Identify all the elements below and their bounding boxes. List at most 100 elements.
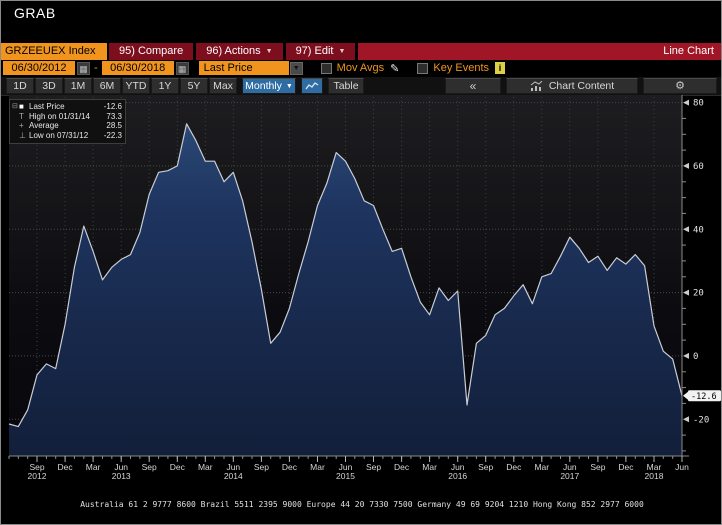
bloomberg-terminal-window: GRAB GRZEEUEX Index 95) Compare 96) Acti… <box>0 0 722 525</box>
collapse-panel-button[interactable]: « <box>445 78 501 94</box>
mov-avgs-label: Mov Avgs <box>336 62 385 74</box>
title-bar: GRAB <box>1 1 721 25</box>
compare-button[interactable]: 95) Compare <box>107 43 195 60</box>
terminal-footer: Australia 61 2 9777 8600 Brazil 5511 239… <box>1 482 721 512</box>
svg-text:Mar: Mar <box>422 462 437 472</box>
svg-text:2017: 2017 <box>560 471 579 481</box>
date-range-separator: - <box>94 62 98 74</box>
range-button-1m[interactable]: 1M <box>64 78 92 94</box>
start-date-input[interactable]: 06/30/2012 <box>3 61 75 75</box>
svg-text:2012: 2012 <box>28 471 47 481</box>
chart-toolbar: 1D 3D 1M 6M YTD 1Y 5Y Max Monthly ▼ Table « Cha… <box>1 77 721 96</box>
svg-text:2016: 2016 <box>448 471 467 481</box>
chart-content-icon <box>530 81 543 91</box>
legend-label: Average <box>29 121 59 130</box>
calendar-icon[interactable]: ▦ <box>77 61 90 75</box>
svg-text:Dec: Dec <box>394 462 410 472</box>
legend-average-marker-icon: + <box>19 121 24 130</box>
legend-row-last-price[interactable]: ⊟ ■ Last Price -12.6 <box>12 102 122 112</box>
legend-label: Last Price <box>29 102 65 111</box>
range-button-ytd[interactable]: YTD <box>122 78 150 94</box>
svg-text:Dec: Dec <box>618 462 634 472</box>
svg-text:Mar: Mar <box>198 462 213 472</box>
legend-label: Low on 07/31/12 <box>29 130 89 140</box>
chart-content-button[interactable]: Chart Content <box>506 78 638 94</box>
range-button-group: 1D 3D 1M 6M YTD 1Y 5Y Max <box>5 78 237 94</box>
info-badge-icon[interactable]: i <box>495 62 506 74</box>
legend-square-marker-icon: ■ <box>19 102 24 111</box>
chart-content-label: Chart Content <box>548 79 615 92</box>
pencil-icon[interactable]: ✎ <box>390 62 399 75</box>
svg-text:20: 20 <box>693 289 704 299</box>
svg-text:Dec: Dec <box>506 462 522 472</box>
key-events-label: Key Events <box>433 62 490 74</box>
price-field-caret-button[interactable]: ▼ <box>289 61 303 75</box>
chart-area[interactable]: 80 60 40 20 0 -20 Sep 2012 Dec Mar Jun 2013 Sep Dec Ma… <box>1 95 722 487</box>
period-label: Monthly <box>245 79 282 92</box>
chart-view-label: Line Chart <box>663 45 714 57</box>
svg-text:Sep: Sep <box>366 462 381 472</box>
range-button-3d[interactable]: 3D <box>35 78 63 94</box>
svg-text:Mar: Mar <box>534 462 549 472</box>
svg-text:Mar: Mar <box>310 462 325 472</box>
end-date-input[interactable]: 06/30/2018 <box>101 61 174 75</box>
svg-text:Sep: Sep <box>142 462 157 472</box>
key-events-checkbox[interactable] <box>417 62 429 74</box>
gear-icon: ⚙ <box>675 80 685 92</box>
range-button-1y[interactable]: 1Y <box>151 78 179 94</box>
svg-text:40: 40 <box>693 225 704 235</box>
svg-text:Sep: Sep <box>590 462 605 472</box>
svg-text:Dec: Dec <box>58 462 74 472</box>
svg-text:Sep: Sep <box>254 462 269 472</box>
svg-text:2015: 2015 <box>336 471 355 481</box>
settings-gear-button[interactable]: ⚙ <box>643 78 717 94</box>
legend-low-marker-icon: ⊥ <box>19 130 26 140</box>
table-button[interactable]: Table <box>328 78 364 94</box>
command-bar: GRZEEUEX Index 95) Compare 96) Actions ▼… <box>1 43 721 60</box>
actions-menu-button[interactable]: 96) Actions ▼ <box>194 43 284 60</box>
chevron-down-icon: ▼ <box>338 48 346 55</box>
svg-text:0: 0 <box>693 352 698 362</box>
legend-label: High on 01/31/14 <box>29 111 90 121</box>
legend-row-average[interactable]: + Average 28.5 <box>12 121 122 131</box>
period-dropdown[interactable]: Monthly ▼ <box>242 78 296 94</box>
line-chart-type-button[interactable] <box>301 78 323 94</box>
svg-text:2013: 2013 <box>112 471 131 481</box>
legend-row-low[interactable]: ⊥ Low on 07/31/12 -22.3 <box>12 131 122 141</box>
chevron-down-icon: ▼ <box>285 82 293 90</box>
range-button-1d[interactable]: 1D <box>6 78 34 94</box>
chevron-down-icon: ▼ <box>265 48 273 55</box>
svg-text:-12.6: -12.6 <box>691 392 717 402</box>
price-chart-svg[interactable]: 80 60 40 20 0 -20 Sep 2012 Dec Mar Jun 2013 Sep Dec Ma… <box>1 95 722 487</box>
edit-label: 97) Edit <box>295 45 334 57</box>
edit-menu-button[interactable]: 97) Edit ▼ <box>283 43 357 60</box>
range-button-max[interactable]: Max <box>209 78 237 94</box>
command-bar-spacer <box>356 43 663 60</box>
price-field-select[interactable]: Last Price <box>198 61 289 75</box>
svg-text:Sep: Sep <box>478 462 493 472</box>
chart-settings-bar: 06/30/2012 ▦ - 06/30/2018 ▦ Last Price ▼… <box>1 60 721 76</box>
compare-label: 95) Compare <box>119 45 184 57</box>
legend-value: -12.6 <box>103 102 122 111</box>
security-ticker-tab[interactable]: GRZEEUEX Index <box>1 43 107 60</box>
actions-label: 96) Actions <box>206 45 261 57</box>
svg-text:-20: -20 <box>693 415 709 425</box>
legend-high-marker-icon: T <box>19 111 24 121</box>
range-button-5y[interactable]: 5Y <box>180 78 208 94</box>
svg-text:Dec: Dec <box>282 462 298 472</box>
range-button-6m[interactable]: 6M <box>93 78 121 94</box>
svg-text:Jun: Jun <box>675 462 689 472</box>
svg-text:80: 80 <box>693 99 704 109</box>
last-price-tag: -12.6 <box>683 390 721 402</box>
footer-contact-line-1: Australia 61 2 9777 8600 Brazil 5511 239… <box>80 500 644 509</box>
mov-avgs-checkbox[interactable] <box>320 62 332 74</box>
function-title: GRAB <box>14 5 56 21</box>
line-chart-icon <box>305 82 319 90</box>
svg-text:2014: 2014 <box>224 471 243 481</box>
svg-text:2018: 2018 <box>645 471 664 481</box>
svg-text:60: 60 <box>693 162 704 172</box>
calendar-icon[interactable]: ▦ <box>175 61 189 75</box>
legend-row-high[interactable]: T High on 01/31/14 73.3 <box>12 112 122 122</box>
chart-legend[interactable]: ⊟ ■ Last Price -12.6 T High on 01/31/14 … <box>9 99 126 144</box>
legend-tree-icon[interactable]: ⊟ <box>12 102 19 112</box>
